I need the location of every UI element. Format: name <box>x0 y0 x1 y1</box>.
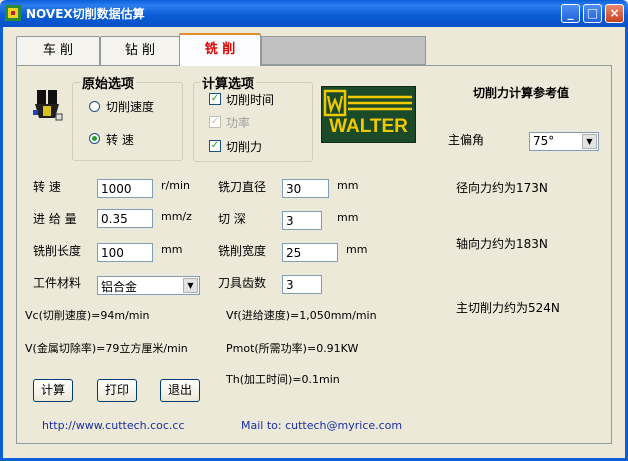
power-result: Pmot(所需功率)=0.91KW <box>226 342 359 355</box>
chevron-down-icon[interactable]: ▼ <box>183 278 198 293</box>
cutting-time-checkbox[interactable]: ✓ <box>209 93 221 105</box>
radial-force-text: 径向力约为173N <box>456 181 548 195</box>
diameter-input[interactable] <box>282 179 329 198</box>
website-link[interactable]: http://www.cuttech.coc.cc <box>42 419 185 432</box>
milling-cutter-icon <box>33 88 63 122</box>
maximize-button[interactable]: □ <box>583 4 602 23</box>
vf-result: Vf(进给速度)=1,050mm/min <box>226 309 377 322</box>
tab-turning[interactable]: 车 削 <box>16 36 100 65</box>
cutting-force-checkbox[interactable]: ✓ <box>209 140 221 152</box>
spindle-speed-radio[interactable] <box>89 133 100 144</box>
close-button[interactable]: × <box>605 4 624 23</box>
depth-input[interactable] <box>282 211 322 230</box>
main-force-text: 主切削力约为524N <box>456 301 560 315</box>
feed-label: 进 给 量 <box>33 212 77 226</box>
power-label: 功率 <box>226 116 251 130</box>
width-label: 铣削宽度 <box>218 244 267 258</box>
cutting-force-label: 切削力 <box>226 140 263 154</box>
cutting-speed-label: 切削速度 <box>106 100 155 114</box>
cutting-time-label: 切削时间 <box>226 93 275 107</box>
material-label: 工件材料 <box>33 276 82 290</box>
print-button[interactable]: 打印 <box>97 379 137 402</box>
width-unit: mm <box>346 243 368 256</box>
tab-milling[interactable]: 铣 削 <box>179 33 261 66</box>
length-input[interactable] <box>97 243 153 262</box>
original-options-group <box>72 82 183 161</box>
teeth-label: 刀具齿数 <box>218 276 267 290</box>
speed-unit: r/min <box>161 179 190 192</box>
tab-drilling[interactable]: 钻 削 <box>100 36 180 65</box>
minimize-button[interactable]: _ <box>561 4 580 23</box>
speed-label: 转 速 <box>33 180 61 194</box>
app-icon <box>5 5 21 21</box>
window-title: NOVEX切削数据估算 <box>26 7 145 21</box>
lead-angle-value: 75° <box>533 134 555 148</box>
calc-options-title: 计算选项 <box>200 73 257 92</box>
lead-angle-label: 主偏角 <box>448 133 485 147</box>
depth-label: 切 深 <box>218 212 246 226</box>
power-checkbox[interactable]: ✓ <box>209 116 221 128</box>
calculate-button[interactable]: 计算 <box>33 379 73 402</box>
speed-input[interactable] <box>97 179 153 198</box>
original-options-title: 原始选项 <box>80 73 137 92</box>
feed-input[interactable] <box>97 209 153 228</box>
mail-link[interactable]: Mail to: cuttech@myrice.com <box>241 419 402 432</box>
width-input[interactable] <box>282 243 338 262</box>
lead-angle-select[interactable]: 75° ▼ <box>529 132 599 151</box>
material-value: 铝合金 <box>101 280 138 294</box>
ref-title: 切削力计算参考值 <box>473 86 570 100</box>
chevron-down-icon[interactable]: ▼ <box>582 134 597 149</box>
spindle-speed-label: 转 速 <box>106 133 134 147</box>
length-unit: mm <box>161 243 183 256</box>
diameter-unit: mm <box>337 179 359 192</box>
depth-unit: mm <box>337 211 359 224</box>
time-result: Th(加工时间)=0.1min <box>226 373 340 386</box>
walter-logo: WALTER <box>321 86 416 143</box>
teeth-input[interactable] <box>282 275 322 294</box>
cutting-speed-radio[interactable] <box>89 101 100 112</box>
vc-result: Vc(切削速度)=94m/min <box>25 309 150 322</box>
material-select[interactable]: 铝合金 ▼ <box>97 276 200 295</box>
logo-text: WALTER <box>329 116 408 137</box>
tab-strip-empty <box>261 36 426 65</box>
feed-unit: mm/z <box>161 210 192 223</box>
diameter-label: 铣刀直径 <box>218 180 267 194</box>
axial-force-text: 轴向力约为183N <box>456 237 548 251</box>
length-label: 铣削长度 <box>33 244 82 258</box>
removal-rate-result: V(金属切除率)=79立方厘米/min <box>25 342 188 355</box>
exit-button[interactable]: 退出 <box>160 379 200 402</box>
